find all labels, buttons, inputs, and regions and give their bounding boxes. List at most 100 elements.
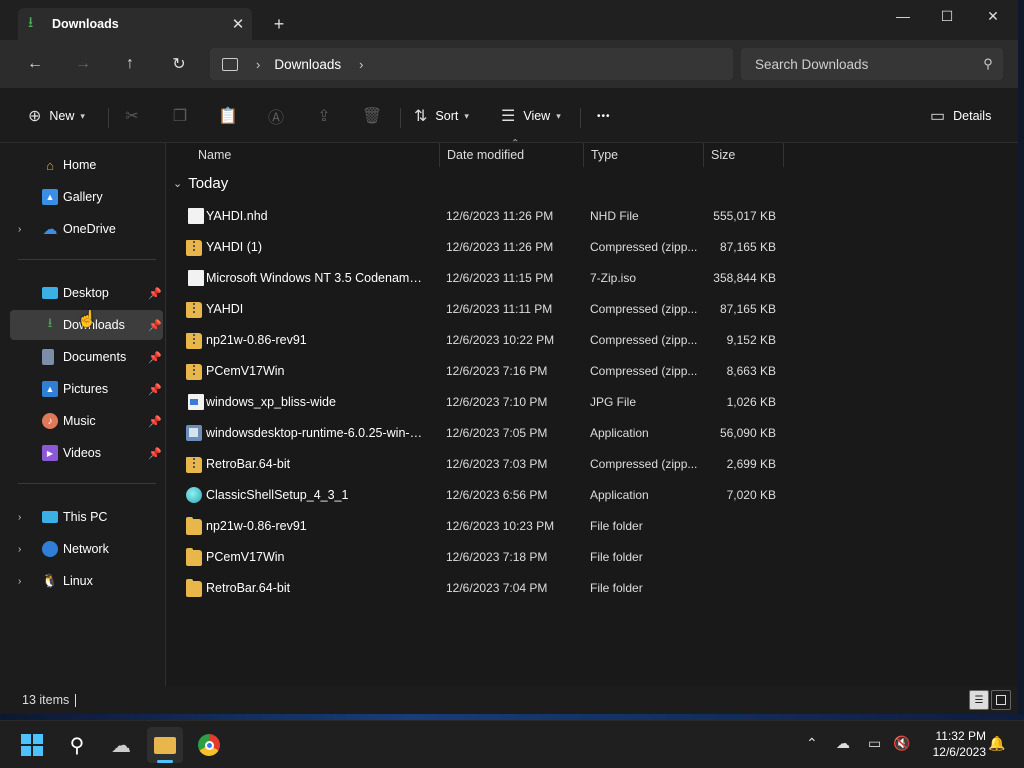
table-row[interactable]: YAHDI.nhd 12/6/2023 11:26 PM NHD File 555,0… — [167, 200, 787, 231]
widgets-button[interactable]: ☁ — [103, 727, 139, 763]
file-size: 555,017 KB — [713, 208, 776, 223]
details-view-button[interactable]: ☰ — [969, 690, 989, 710]
rename-button[interactable]: Ⓐ — [260, 102, 292, 130]
group-header-today[interactable]: ⌄ Today — [173, 175, 228, 192]
table-row[interactable]: RetroBar.64-bit 12/6/2023 7:04 PM File fol… — [167, 572, 787, 603]
pin-icon[interactable]: 📌 — [148, 447, 162, 460]
table-row[interactable]: np21w-0.86-rev91 12/6/2023 10:22 PM Compre… — [167, 324, 787, 355]
tiles-view-button[interactable] — [991, 690, 1011, 710]
up-button[interactable]: ↑ — [114, 50, 146, 78]
search-box[interactable]: ⚲ — [741, 48, 1003, 80]
chevron-right-icon[interactable]: › — [18, 576, 21, 587]
pin-icon[interactable]: 📌 — [148, 383, 162, 396]
cut-button[interactable]: ✂ — [116, 102, 148, 130]
details-pane-button[interactable]: ▭ Details — [930, 102, 991, 130]
sidebar-item-music[interactable]: ♪ Music 📌 — [10, 406, 163, 436]
new-button[interactable]: ⊕ New ▾ — [28, 102, 85, 130]
table-row[interactable]: RetroBar.64-bit 12/6/2023 7:03 PM Compress… — [167, 448, 787, 479]
column-header-date[interactable]: Date modified — [439, 143, 584, 167]
chevron-right-icon[interactable]: › — [359, 57, 363, 72]
chrome-taskbar-button[interactable] — [191, 727, 227, 763]
chevron-right-icon[interactable]: › — [18, 512, 21, 523]
file-type: File folder — [590, 580, 643, 595]
table-row[interactable]: ClassicShellSetup_4_3_1 12/6/2023 6:56 PM… — [167, 479, 787, 510]
chevron-right-icon[interactable]: › — [18, 224, 21, 235]
file-explorer-taskbar-button[interactable] — [147, 727, 183, 763]
folder-file-icon — [186, 517, 202, 535]
tab-close-button[interactable]: ✕ — [224, 15, 252, 33]
sidebar-item-this-pc[interactable]: › This PC — [10, 502, 163, 532]
chevron-down-icon: ▾ — [464, 110, 469, 121]
table-row[interactable]: np21w-0.86-rev91 12/6/2023 10:23 PM File f… — [167, 510, 787, 541]
table-row[interactable]: YAHDI 12/6/2023 11:11 PM Compressed (zipp.… — [167, 293, 787, 324]
sidebar-item-network[interactable]: › Network — [10, 534, 163, 564]
start-button[interactable] — [14, 727, 50, 763]
file-explorer-window: ⭳ Downloads ✕ + — ☐ ✕ ← → ↑ ↻ › Download… — [0, 0, 1018, 714]
clock[interactable]: 11:32 PM 12/6/2023 — [918, 728, 986, 760]
file-date: 12/6/2023 11:15 PM — [446, 270, 554, 285]
chevron-right-icon[interactable]: › — [256, 57, 260, 72]
file-list: Name Date modified Type Size ⌄ Today YAH… — [167, 143, 1018, 686]
file-type: NHD File — [590, 208, 639, 223]
pin-icon[interactable]: 📌 — [148, 351, 162, 364]
column-header-size[interactable]: Size — [703, 143, 784, 167]
sort-button[interactable]: ⇅ Sort ▾ — [414, 102, 469, 130]
sidebar-item-onedrive[interactable]: › ☁ OneDrive — [10, 214, 163, 244]
search-input[interactable] — [755, 56, 973, 72]
sidebar-item-documents[interactable]: Documents 📌 — [10, 342, 163, 372]
tab-downloads[interactable]: ⭳ Downloads ✕ — [18, 8, 252, 40]
maximize-button[interactable]: ☐ — [924, 0, 970, 32]
zip-file-icon — [186, 240, 202, 256]
table-row[interactable]: YAHDI (1) 12/6/2023 11:26 PM Compressed (z… — [167, 231, 787, 262]
new-tab-button[interactable]: + — [266, 12, 292, 36]
minimize-button[interactable]: — — [880, 0, 926, 32]
back-button[interactable]: ← — [19, 50, 51, 78]
network-status-icon[interactable]: ▭ — [868, 735, 881, 752]
file-type: Compressed (zipp... — [590, 239, 698, 254]
table-row[interactable]: Microsoft Windows NT 3.5 Codename D... 12… — [167, 262, 787, 293]
volume-muted-icon[interactable]: 🔇 — [893, 735, 910, 752]
pin-icon[interactable]: 📌 — [148, 415, 162, 428]
sidebar-item-home[interactable]: ⌂ Home — [10, 150, 163, 180]
table-row[interactable]: PCemV17Win 12/6/2023 7:18 PM File folder — [167, 541, 787, 572]
close-button[interactable]: ✕ — [970, 0, 1016, 32]
file-size: 87,165 KB — [719, 301, 776, 316]
view-icon: ☰ — [501, 108, 516, 125]
breadcrumb-downloads[interactable]: Downloads — [274, 57, 341, 72]
sidebar-item-desktop[interactable]: Desktop 📌 — [10, 278, 163, 308]
file-size: 8,663 KB — [726, 363, 776, 378]
table-row[interactable]: windows_xp_bliss-wide 12/6/2023 7:10 PM JP… — [167, 386, 787, 417]
delete-button[interactable]: 🗑 — [356, 102, 388, 130]
column-header-name[interactable]: Name — [190, 143, 440, 167]
table-row[interactable]: windowsdesktop-runtime-6.0.25-win-x64 12/… — [167, 417, 787, 448]
videos-icon: ▶ — [42, 445, 58, 461]
onedrive-icon[interactable]: ☁ — [836, 735, 850, 752]
copy-button[interactable]: ❐ — [164, 102, 196, 130]
table-row[interactable]: PCemV17Win 12/6/2023 7:16 PM Compressed (z… — [167, 355, 787, 386]
file-date: 12/6/2023 11:26 PM — [446, 208, 554, 223]
view-button[interactable]: ☰ View ▾ — [501, 102, 561, 130]
file-type: File folder — [590, 518, 643, 533]
pin-icon[interactable]: 📌 — [148, 319, 162, 332]
sidebar-item-pictures[interactable]: ▲ Pictures 📌 — [10, 374, 163, 404]
column-header-type[interactable]: Type — [583, 143, 704, 167]
sidebar-item-gallery[interactable]: ▲ Gallery — [10, 182, 163, 212]
refresh-button[interactable]: ↻ — [163, 50, 195, 78]
paste-button[interactable]: 📋 — [212, 102, 244, 130]
chevron-up-icon[interactable]: ⌃ — [806, 735, 818, 752]
forward-button[interactable]: → — [67, 50, 99, 78]
notification-bell-icon[interactable]: 🔔 — [988, 735, 1005, 752]
chevron-right-icon[interactable]: › — [18, 544, 21, 555]
address-bar[interactable]: › Downloads › — [210, 48, 733, 80]
sort-icon: ⇅ — [414, 108, 428, 125]
taskbar-search-button[interactable]: ⚲ — [59, 727, 95, 763]
network-icon — [42, 541, 58, 557]
sidebar-item-videos[interactable]: ▶ Videos 📌 — [10, 438, 163, 468]
sidebar-item-linux[interactable]: › 🐧 Linux — [10, 566, 163, 596]
share-button[interactable]: ⇪ — [308, 102, 340, 130]
pin-icon[interactable]: 📌 — [148, 287, 162, 300]
refresh-icon: ↻ — [172, 56, 186, 73]
documents-icon — [42, 349, 54, 365]
file-size: 56,090 KB — [719, 425, 776, 440]
more-options-button[interactable]: ••• — [597, 102, 611, 130]
